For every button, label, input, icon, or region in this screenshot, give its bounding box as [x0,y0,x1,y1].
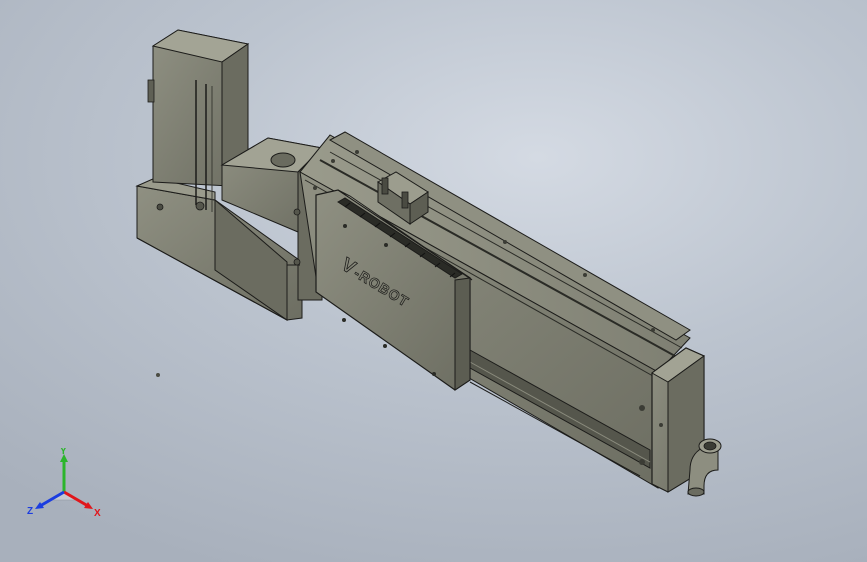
x-axis-label: X [94,508,101,519]
screw-hole-icon [156,373,160,377]
graphics-viewport[interactable]: V -ROBOT Y X Z [0,0,867,562]
z-axis-label: Z [27,506,33,517]
mounting-hole-icon [343,224,347,228]
mounting-hole-icon [342,318,346,322]
y-axis-label: Y [60,448,67,457]
mounting-hole-icon [432,372,436,376]
coordinate-triad: Y X Z [27,448,101,519]
mounting-hole-icon [384,243,388,247]
access-port-icon [270,152,296,168]
cad-model-linear-actuator[interactable]: V -ROBOT [0,0,867,562]
mounting-hole-icon [383,344,387,348]
